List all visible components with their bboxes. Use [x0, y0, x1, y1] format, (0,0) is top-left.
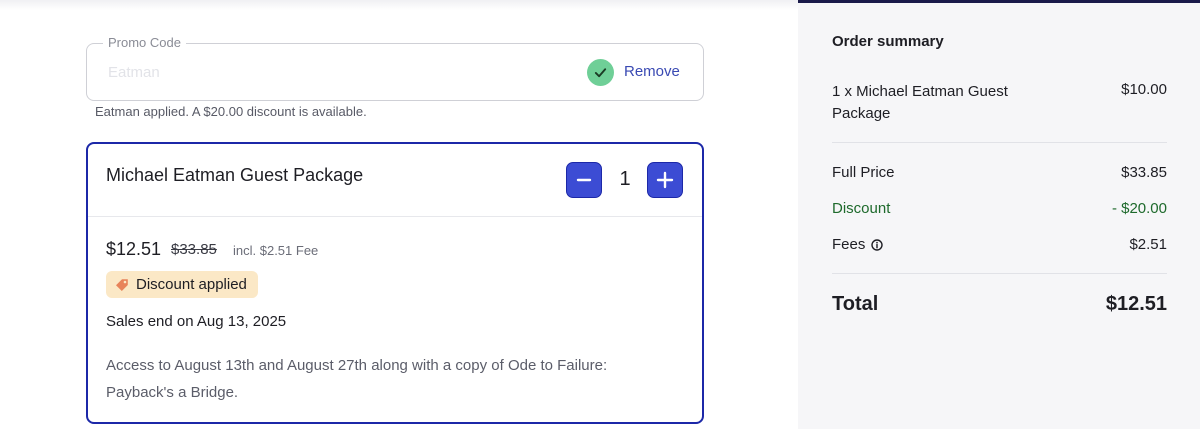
- ticket-card-header: Michael Eatman Guest Package 1: [88, 144, 702, 217]
- order-summary-title: Order summary: [832, 33, 944, 50]
- order-summary-panel: Order summary 1 x Michael Eatman Guest P…: [798, 0, 1200, 429]
- decrease-quantity-button[interactable]: [566, 162, 602, 198]
- divider: [832, 273, 1167, 274]
- remove-promo-button[interactable]: Remove: [624, 63, 680, 80]
- fees-label: Fees: [832, 236, 866, 253]
- promo-code-input[interactable]: Eatman: [108, 64, 160, 81]
- increase-quantity-button[interactable]: [647, 162, 683, 198]
- full-price-value: $33.85: [1121, 164, 1167, 181]
- discounted-price: $12.51: [106, 239, 162, 259]
- total-label: Total: [832, 293, 879, 315]
- sales-end-date: Sales end on Aug 13, 2025: [106, 313, 287, 330]
- check-icon: [587, 59, 614, 86]
- fees-value: $2.51: [1129, 236, 1167, 253]
- promo-code-label: Promo Code: [103, 36, 186, 50]
- ticket-name: Michael Eatman Guest Package: [106, 165, 364, 185]
- full-price-label: Full Price: [832, 164, 895, 181]
- info-icon[interactable]: [871, 238, 884, 251]
- summary-item-name: 1 x Michael Eatman Guest Package: [832, 83, 1008, 122]
- fees-label-group: Fees: [832, 236, 884, 253]
- divider: [832, 142, 1167, 143]
- discount-value: - $20.00: [1111, 200, 1167, 217]
- original-price: $33.85: [171, 241, 217, 258]
- summary-top-border: [798, 0, 1200, 3]
- promo-code-field[interactable]: Promo Code Eatman Remove: [86, 36, 704, 101]
- quantity-value: 1: [619, 168, 631, 190]
- ticket-card[interactable]: Michael Eatman Guest Package 1 $12.51 $3…: [86, 142, 704, 424]
- tag-icon: [116, 278, 128, 291]
- promo-status-message: Eatman applied. A $20.00 discount is ava…: [95, 104, 367, 119]
- plus-icon: [656, 171, 674, 189]
- summary-item-price: $10.00: [1121, 81, 1167, 98]
- badge-label: Discount applied: [136, 276, 247, 293]
- discount-label: Discount: [832, 200, 891, 217]
- minus-icon: [576, 178, 592, 182]
- total-value: $12.51: [1105, 293, 1167, 315]
- ticket-description: Access to August 13th and August 27th al…: [106, 357, 608, 401]
- ticket-selection-panel: Promo Code Eatman Remove Eatman applied.…: [0, 0, 798, 429]
- top-shadow: [0, 0, 798, 10]
- fee-note: incl. $2.51 Fee: [233, 243, 319, 258]
- discount-applied-badge: Discount applied: [106, 271, 258, 298]
